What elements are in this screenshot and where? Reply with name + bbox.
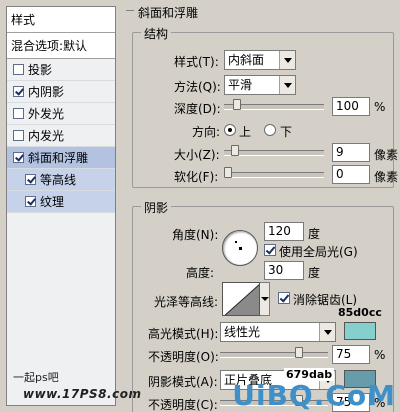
highlight-opacity-unit: % [374,348,386,362]
depth-slider[interactable] [224,99,324,110]
depth-label: 深度(D): [174,102,221,116]
anti-alias-checkbox[interactable] [278,292,290,304]
soften-slider[interactable] [224,167,324,178]
depth-input[interactable]: 100 [332,97,370,116]
style-label: 内阴影 [28,84,65,99]
highlight-opacity-label: 不透明度(O): [148,350,219,364]
site-name: 一起ps吧 [13,371,59,384]
shadow-mode-label: 阴影模式(A): [148,375,218,389]
global-light-checkbox[interactable] [264,244,276,256]
direction-down-label: 下 [280,125,293,139]
direction-down-radio[interactable] [264,124,276,136]
highlight-mode-select[interactable]: 线性光 [220,322,336,342]
style-outer-glow[interactable]: 外发光 [7,103,115,125]
style-inner-shadow[interactable]: 内阴影 [7,81,115,103]
size-label: 大小(Z): [174,148,220,162]
gloss-contour-preview[interactable] [222,282,260,316]
global-light-label: 使用全局光(G) [279,245,358,259]
altitude-label: 高度: [186,266,215,280]
depth-slider-thumb[interactable] [233,99,241,110]
style-value: 内斜面 [228,53,265,67]
altitude-input[interactable]: 30 [264,261,304,280]
highlight-color-annotation: 85d0cc [338,306,382,319]
structure-legend: 结构 [141,25,172,42]
direction-up-label: 上 [239,125,252,139]
styles-list: 样式 混合选项:默认 投影 内阴影 外发光 内发光 斜面和浮雕 等高线 纹理 一… [6,6,141,406]
contour-checkbox[interactable] [25,174,36,185]
style-label: 斜面和浮雕 [28,150,89,165]
contour-curve-icon [224,284,259,315]
direction-up-radio[interactable] [224,124,236,136]
drop-shadow-checkbox[interactable] [13,64,24,75]
angle-dial[interactable] [222,230,258,266]
chevron-down-icon[interactable] [260,282,270,316]
technique-select[interactable]: 平滑 [224,75,296,95]
style-drop-shadow[interactable]: 投影 [7,59,115,81]
bevel-emboss-panel: 斜面和浮雕 结构 样式(T): 内斜面 方法(Q): 平滑 深度(D): 100… [124,0,400,412]
size-slider-thumb[interactable] [231,145,239,156]
highlight-mode-label: 高光模式(H): [148,327,219,341]
chevron-down-icon [319,323,335,341]
highlight-mode-value: 线性光 [224,325,261,339]
depth-unit: % [374,100,386,114]
highlight-color-swatch[interactable] [344,322,376,340]
technique-label: 方法(Q): [174,80,221,94]
size-slider[interactable] [224,145,324,156]
bevel-emboss-checkbox[interactable] [13,152,24,163]
style-label: 等高线 [40,172,77,187]
inner-shadow-checkbox[interactable] [13,86,24,97]
soften-input[interactable]: 0 [332,165,370,184]
style-label: 投影 [28,62,53,77]
styles-header[interactable]: 样式 [7,7,115,33]
blending-options[interactable]: 混合选项:默认 [7,33,115,59]
style-bevel-emboss[interactable]: 斜面和浮雕 [7,147,115,169]
style-label: 外发光 [28,106,65,121]
soften-label: 软化(F): [174,170,219,184]
style-texture[interactable]: 纹理 [7,191,115,213]
style-select[interactable]: 内斜面 [224,50,296,70]
size-input[interactable]: 9 [332,143,370,162]
soften-slider-thumb[interactable] [224,167,232,178]
style-label: 纹理 [40,194,65,209]
highlight-opacity-input[interactable]: 75 [332,345,370,364]
direction-label: 方向: [192,125,221,139]
texture-checkbox[interactable] [25,196,36,207]
shadow-opacity-label: 不透明度(C): [148,398,218,412]
dial-center [239,247,242,250]
angle-input[interactable]: 120 [264,222,304,241]
angle-label: 角度(N): [172,228,219,242]
altitude-unit: 度 [308,266,321,280]
technique-value: 平滑 [228,78,253,92]
chevron-down-icon [279,51,295,69]
style-label: 样式(T): [174,55,219,69]
size-unit: 像素 [374,148,399,162]
site-watermark: UiBQ.CoM [232,379,396,412]
style-label: 内发光 [28,128,65,143]
highlight-opacity-slider[interactable] [220,347,328,358]
chevron-down-icon [279,76,295,94]
soften-unit: 像素 [374,170,399,184]
outer-glow-checkbox[interactable] [13,108,24,119]
panel-title: 斜面和浮雕 [125,6,199,20]
inner-glow-checkbox[interactable] [13,130,24,141]
shading-legend: 阴影 [141,199,172,216]
gloss-contour-label: 光泽等高线: [154,295,219,309]
highlight-opacity-thumb[interactable] [295,347,303,358]
style-inner-glow[interactable]: 内发光 [7,125,115,147]
style-contour[interactable]: 等高线 [7,169,115,191]
dial-needle [235,241,237,243]
angle-unit: 度 [308,227,321,241]
